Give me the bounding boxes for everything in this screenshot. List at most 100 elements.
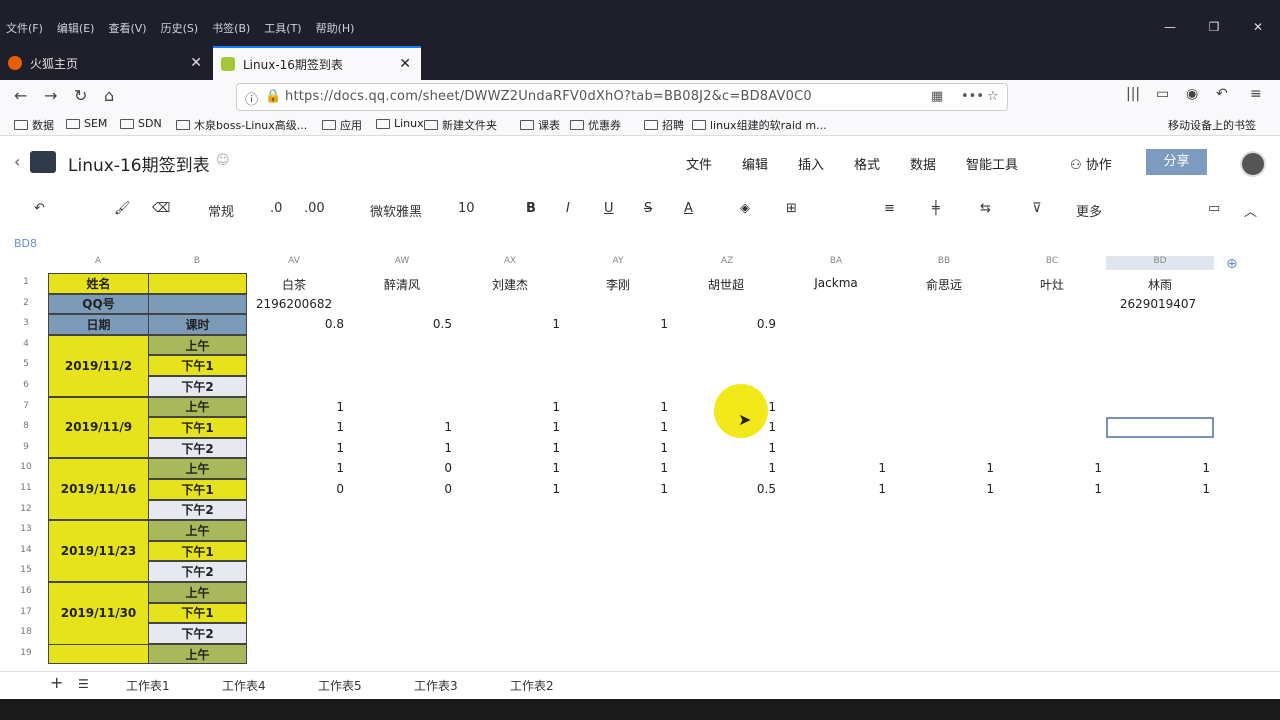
row-number[interactable]: 5 bbox=[6, 359, 46, 369]
font-size-select[interactable]: 10 bbox=[458, 201, 475, 216]
row-number[interactable]: 8 bbox=[6, 421, 46, 431]
grid-value[interactable]: 0 bbox=[412, 482, 452, 496]
grid-value[interactable]: 1 bbox=[628, 461, 668, 475]
grid-value[interactable]: 1 bbox=[1170, 482, 1210, 496]
bookmark-item[interactable]: linux组建的软raid m... bbox=[692, 117, 827, 133]
row-number[interactable]: 9 bbox=[6, 442, 46, 452]
add-column-icon[interactable]: ⊕ bbox=[1226, 256, 1238, 272]
row-number[interactable]: 2 bbox=[6, 298, 46, 308]
column-header[interactable]: AY bbox=[564, 256, 672, 270]
menu-item[interactable]: 历史(S) bbox=[161, 20, 199, 36]
row-number[interactable]: 16 bbox=[6, 586, 46, 596]
collapse-icon[interactable]: ︿ bbox=[1244, 201, 1257, 220]
row-number[interactable]: 17 bbox=[6, 607, 46, 617]
column-header[interactable]: BD bbox=[1106, 256, 1214, 270]
forward-icon[interactable]: → bbox=[44, 86, 57, 105]
doc-title[interactable]: Linux-16期签到表 bbox=[68, 151, 210, 176]
docs-logo[interactable] bbox=[30, 151, 56, 173]
sidebar-icon[interactable]: ▭ bbox=[1156, 86, 1169, 102]
row-number[interactable]: 14 bbox=[6, 545, 46, 555]
grid-value[interactable]: 1 bbox=[628, 441, 668, 455]
bold-icon[interactable]: B bbox=[526, 201, 536, 216]
number-format-select[interactable]: 常规 bbox=[208, 201, 234, 220]
menu-smart-tools[interactable]: 智能工具 bbox=[966, 154, 1018, 173]
menu-data[interactable]: 数据 bbox=[910, 154, 936, 173]
column-header[interactable]: AW bbox=[348, 256, 456, 270]
menu-edit[interactable]: 编辑 bbox=[742, 154, 768, 173]
decimal-decrease-button[interactable]: .0 bbox=[270, 201, 282, 216]
grid-value[interactable]: 1 bbox=[954, 461, 994, 475]
row-number[interactable]: 7 bbox=[6, 401, 46, 411]
tab-sheet[interactable]: Linux-16期签到表 ✕ bbox=[213, 46, 421, 80]
bookmark-item[interactable]: 木泉boss-Linux高级... bbox=[176, 117, 307, 133]
collab-button[interactable]: ⚇ 协作 bbox=[1070, 154, 1112, 173]
bookmark-item[interactable]: Linux bbox=[376, 117, 424, 130]
strikethrough-icon[interactable]: S bbox=[644, 201, 652, 216]
qr-icon[interactable]: ▦ bbox=[931, 89, 943, 104]
star-icon[interactable]: ☺ bbox=[216, 153, 230, 168]
grid-value[interactable]: 1 bbox=[520, 441, 560, 455]
restore-icon[interactable]: ❐ bbox=[1192, 20, 1236, 34]
menu-item[interactable]: 文件(F) bbox=[6, 20, 43, 36]
grid-value[interactable]: 1 bbox=[1062, 461, 1102, 475]
grid-value[interactable]: 1 bbox=[520, 317, 560, 331]
bookmark-item[interactable]: 数据 bbox=[14, 117, 54, 133]
menu-item[interactable]: 帮助(H) bbox=[316, 20, 355, 36]
grid-value[interactable]: 1 bbox=[304, 420, 344, 434]
row-number[interactable]: 19 bbox=[6, 648, 46, 658]
sheet-list-icon[interactable]: ☰ bbox=[78, 677, 89, 691]
text-color-icon[interactable]: A bbox=[684, 201, 693, 216]
url-bar[interactable]: ⓘ 🔒 https://docs.qq.com/sheet/DWWZ2UndaR… bbox=[236, 83, 1008, 111]
grid-value[interactable]: 1 bbox=[412, 420, 452, 434]
row-number[interactable]: 11 bbox=[6, 483, 46, 493]
row-number[interactable]: 1 bbox=[6, 277, 46, 287]
row-number[interactable]: 6 bbox=[6, 380, 46, 390]
bookmark-item[interactable]: SDN bbox=[120, 117, 162, 130]
home-icon[interactable]: ⌂ bbox=[104, 86, 114, 105]
column-header[interactable]: BB bbox=[890, 256, 998, 270]
grid-value[interactable]: 1 bbox=[412, 441, 452, 455]
column-header[interactable]: AX bbox=[456, 256, 564, 270]
column-header[interactable]: AZ bbox=[672, 256, 782, 270]
grid-value[interactable]: 1 bbox=[520, 482, 560, 496]
row-number[interactable]: 12 bbox=[6, 504, 46, 514]
column-header[interactable]: B bbox=[148, 256, 246, 270]
valign-icon[interactable]: ╪ bbox=[932, 201, 940, 216]
align-icon[interactable]: ≡ bbox=[884, 201, 895, 216]
close-tab-icon[interactable]: ✕ bbox=[399, 56, 411, 72]
row-number[interactable]: 18 bbox=[6, 627, 46, 637]
more-button[interactable]: 更多 bbox=[1076, 201, 1102, 220]
grid-value[interactable]: 0.8 bbox=[304, 317, 344, 331]
column-header[interactable]: BA bbox=[782, 256, 890, 270]
filter-icon[interactable]: ⊽ bbox=[1032, 201, 1042, 216]
column-header[interactable]: AV bbox=[240, 256, 348, 270]
menu-format[interactable]: 格式 bbox=[854, 154, 880, 173]
menu-item[interactable]: 查看(V) bbox=[108, 20, 146, 36]
grid-value[interactable]: 1 bbox=[954, 482, 994, 496]
grid-value[interactable]: 1 bbox=[520, 400, 560, 414]
menu-item[interactable]: 编辑(E) bbox=[57, 20, 95, 36]
italic-icon[interactable]: I bbox=[566, 201, 570, 216]
underline-icon[interactable]: U bbox=[604, 201, 614, 216]
close-window-icon[interactable]: ✕ bbox=[1236, 20, 1280, 34]
decimal-increase-button[interactable]: .00 bbox=[304, 201, 325, 216]
menu-icon[interactable]: ≡ bbox=[1250, 86, 1262, 102]
grid-value[interactable]: 1 bbox=[304, 441, 344, 455]
grid-value[interactable]: 1 bbox=[520, 420, 560, 434]
avatar[interactable] bbox=[1240, 151, 1266, 177]
share-button[interactable]: 分享 bbox=[1146, 149, 1207, 175]
library-icon[interactable]: ||| bbox=[1126, 86, 1140, 102]
column-header[interactable]: A bbox=[48, 256, 148, 270]
bookmark-item[interactable]: SEM bbox=[66, 117, 107, 130]
mobile-bookmarks[interactable]: 移动设备上的书签 bbox=[1168, 117, 1256, 133]
row-number[interactable]: 4 bbox=[6, 339, 46, 349]
tab-home[interactable]: 火狐主页 ✕ bbox=[0, 46, 212, 80]
bookmark-star-icon[interactable]: ☆ bbox=[987, 89, 999, 104]
border-icon[interactable]: ⊞ bbox=[786, 201, 797, 216]
menu-insert[interactable]: 插入 bbox=[798, 154, 824, 173]
reload-icon[interactable]: ↻ bbox=[74, 86, 87, 105]
grid-value[interactable]: 1 bbox=[846, 482, 886, 496]
undo-close-icon[interactable]: ↶ bbox=[1216, 86, 1228, 102]
grid-value[interactable]: 1 bbox=[736, 461, 776, 475]
grid-value[interactable]: 0.5 bbox=[736, 482, 776, 496]
